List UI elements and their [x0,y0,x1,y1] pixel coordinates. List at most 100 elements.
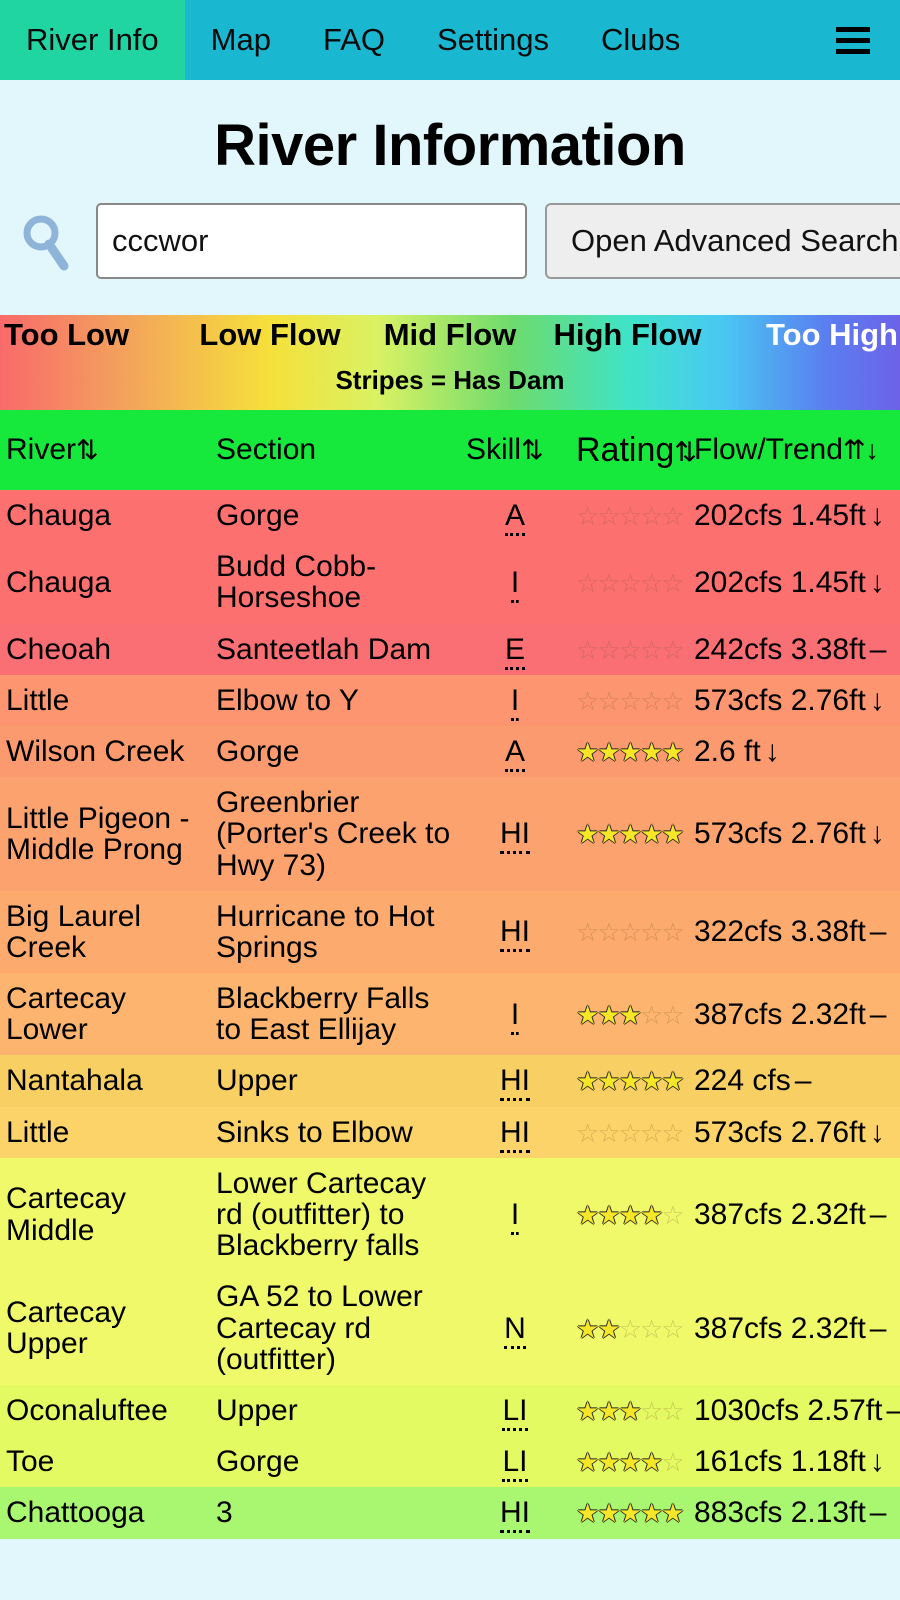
table-row[interactable]: Cartecay Lower Blackberry Falls to East E… [0,973,900,1056]
skill-level-abbr[interactable]: N [504,1311,526,1349]
nav-item-label: Map [210,22,271,57]
skill-level-abbr[interactable]: I [510,565,520,603]
column-header-rating[interactable]: Rating⇅ [570,410,697,490]
cell-skill: HI [460,777,570,891]
star-filled-icon: ★ [576,1313,599,1344]
star-filled-icon: ★ [576,1066,599,1097]
flow-legend: Too Low Low Flow Mid Flow High Flow Too … [0,315,900,410]
column-header-river[interactable]: River⇅ [0,410,210,490]
star-rating-icon[interactable]: ★★★☆☆ [576,999,685,1030]
river-table-body: Chauga Gorge A ☆☆☆☆☆ 202cfs 1.45ft ↓ Chauga Bud… [0,490,900,1539]
star-rating-icon[interactable]: ☆☆☆☆☆ [576,501,685,531]
star-filled-icon: ★ [576,1447,599,1478]
skill-level-abbr[interactable]: I [510,1198,520,1235]
column-header-flow-trend[interactable]: Flow/Trend⇈↓ [688,410,900,490]
star-filled-icon: ★ [576,1498,599,1529]
sort-toggle-icon[interactable]: ⇅ [521,435,544,465]
nav-item-clubs[interactable]: Clubs [575,0,706,80]
nav-item-map[interactable]: Map [185,0,297,80]
table-row[interactable]: Wilson Creek Gorge A ★★★★★ 2.6 ft ↓ [0,725,900,778]
star-filled-icon: ★ [576,1200,599,1230]
table-row[interactable]: Little Pigeon - Middle Prong Greenbrier (… [0,777,900,891]
cell-section: Sinks to Elbow [216,1115,413,1149]
column-header-section-label: Section [216,433,317,466]
star-rating-icon[interactable]: ☆☆☆☆☆ [576,685,685,716]
flow-value: 573cfs 2.76ft [694,1115,866,1149]
skill-level-abbr[interactable]: HI [500,1115,530,1153]
table-row[interactable]: Little Elbow to Y I ☆☆☆☆☆ 573cfs 2.76ft ↓ [0,674,900,726]
hamburger-menu-icon[interactable] [806,0,900,80]
cell-river: Little [6,1115,70,1149]
hamburger-bar [836,37,870,43]
sort-toggle-icon[interactable]: ⇈↓ [843,435,879,465]
nav-item-faq[interactable]: FAQ [297,0,411,80]
star-rating-icon[interactable]: ★★★★★ [576,819,685,849]
search-input[interactable] [96,203,527,279]
skill-level-abbr[interactable]: HI [500,817,530,855]
cell-rating: ★★★☆☆ [570,1385,688,1436]
skill-level-abbr[interactable]: I [510,683,520,721]
star-filled-icon: ★ [618,999,642,1030]
magnifying-glass-icon[interactable] [16,210,78,272]
cell-section: Santeetlah Dam [216,632,432,666]
trend-down-icon: ↓ [869,683,885,717]
star-filled-icon: ★ [597,1498,620,1529]
legend-mid-flow: Mid Flow [383,317,517,352]
star-rating-icon[interactable]: ★★★★★ [576,1498,685,1529]
skill-level-abbr[interactable]: HI [500,915,530,953]
nav-item-label: Settings [437,22,550,57]
skill-level-abbr[interactable]: HI [500,1496,530,1534]
star-rating-icon[interactable]: ★★★★★ [576,1066,685,1097]
skill-level-abbr[interactable]: I [510,997,520,1035]
table-row[interactable]: Chauga Gorge A ☆☆☆☆☆ 202cfs 1.45ft ↓ [0,490,900,542]
table-row[interactable]: Chauga Budd Cobb-Horseshoe I ☆☆☆☆☆ 202cfs 1.… [0,541,900,624]
star-rating-icon[interactable]: ☆☆☆☆☆ [576,635,685,665]
table-row[interactable]: OconalufteeUpperLI★★★☆☆1030cfs 2.57ft– [0,1384,900,1437]
column-header-section[interactable]: Section [210,410,460,490]
star-rating-icon[interactable]: ☆☆☆☆☆ [576,917,685,948]
table-row[interactable]: Cartecay Middle Lower Cartecay rd (outfit… [0,1157,900,1272]
skill-level-abbr[interactable]: LI [502,1393,528,1431]
table-row[interactable]: Cheoah Santeetlah Dam E ☆☆☆☆☆ 242cfs 3.38ft – [0,623,900,675]
cell-skill: HI [460,891,570,973]
trend-steady-icon: – [869,1198,887,1231]
cell-flow-trend: 387cfs 2.32ft – [688,1271,900,1385]
star-filled-icon: ★ [618,1066,642,1097]
star-rating-icon[interactable]: ★★★☆☆ [576,1396,685,1426]
table-row[interactable]: Little Sinks to Elbow HI ☆☆☆☆☆ 573cfs 2.76ft… [0,1106,900,1158]
star-rating-icon[interactable]: ★★★★☆ [576,1200,685,1230]
cell-flow-trend: 2.6 ft ↓ [688,726,900,777]
table-row[interactable]: Toe Gorge LI ★★★★☆ 161cfs 1.18ft ↓ [0,1436,900,1488]
cell-section: Lower Cartecay rd (outfitter) to Blackbe… [216,1166,427,1263]
table-row[interactable]: Nantahala Upper HI ★★★★★ 224 cfs – [0,1055,900,1107]
sort-toggle-icon[interactable]: ⇅ [76,435,99,465]
page-title: River Information [214,113,686,178]
flow-value: 387cfs 2.32ft [694,997,866,1031]
skill-level-abbr[interactable]: E [504,632,525,670]
cell-rating: ★★★☆☆ [570,973,688,1055]
table-row[interactable]: Cartecay Upper GA 52 to Lower Cartecay rd… [0,1271,900,1385]
cell-rating: ☆☆☆☆☆ [570,891,688,973]
star-empty-icon: ☆ [597,1117,620,1148]
star-empty-icon: ☆ [618,917,642,948]
column-header-skill[interactable]: Skill⇅ [460,410,570,490]
star-rating-icon[interactable]: ☆☆☆☆☆ [576,568,685,598]
star-rating-icon[interactable]: ☆☆☆☆☆ [576,1117,685,1148]
skill-level-abbr[interactable]: LI [502,1445,528,1483]
flow-value: 202cfs 1.45ft [694,565,866,599]
table-row[interactable]: Big Laurel Creek Hurricane to Hot Springs… [0,890,900,974]
nav-item-settings[interactable]: Settings [411,0,575,80]
skill-level-abbr[interactable]: HI [500,1064,530,1102]
star-filled-icon: ★ [661,1498,684,1529]
skill-level-abbr[interactable]: A [504,499,525,536]
table-row[interactable]: Chattooga 3 HI ★★★★★ 883cfs 2.13ft – [0,1487,900,1539]
open-advanced-search-button[interactable]: Open Advanced Search [545,203,900,279]
star-rating-icon[interactable]: ★★★★★ [576,737,685,767]
star-empty-icon: ☆ [661,685,684,716]
legend-high-flow: High Flow [553,317,702,352]
star-rating-icon[interactable]: ★★☆☆☆ [576,1313,685,1344]
skill-level-abbr[interactable]: A [504,734,525,772]
star-rating-icon[interactable]: ★★★★☆ [576,1447,685,1478]
nav-item-river-info[interactable]: River Info [0,0,185,80]
cell-rating: ☆☆☆☆☆ [570,541,688,623]
